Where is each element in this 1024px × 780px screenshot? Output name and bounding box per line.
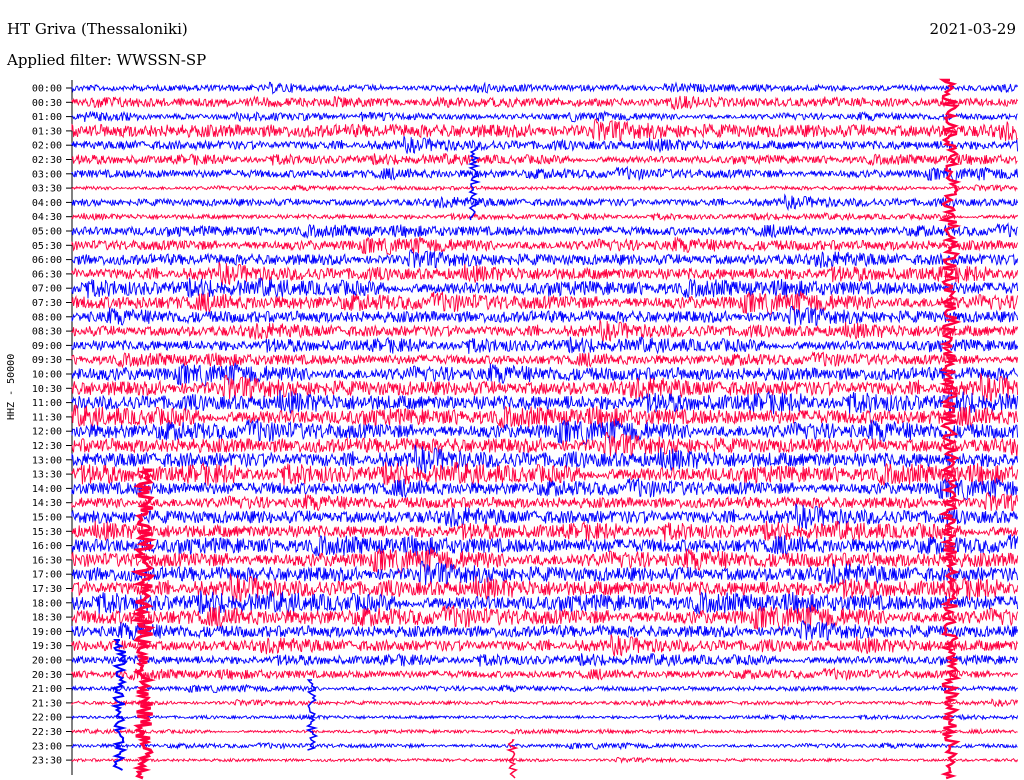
trace-row-2200 xyxy=(71,713,1019,722)
row-time-label: 12:00 xyxy=(32,427,62,438)
trace-row-0700 xyxy=(71,277,1019,299)
row-time-label: 18:30 xyxy=(32,613,62,624)
trace-row-0100 xyxy=(71,110,1018,123)
row-time-label: 10:30 xyxy=(32,384,62,395)
trace-row-0630 xyxy=(71,261,1019,286)
row-time-label: 21:00 xyxy=(32,684,62,695)
trace-row-2300 xyxy=(71,741,1018,751)
trace-row-2230 xyxy=(71,727,1018,736)
trace-row-0330 xyxy=(71,184,1018,192)
row-time-label: 19:00 xyxy=(32,627,62,638)
trace-row-0230 xyxy=(71,153,1018,167)
row-time-label: 10:00 xyxy=(32,370,62,381)
row-time-label: 09:00 xyxy=(32,341,62,352)
trace-row-1600 xyxy=(71,534,1019,558)
row-time-label: 20:00 xyxy=(32,656,62,667)
row-time-label: 23:00 xyxy=(32,741,62,752)
helicorder-plot: 00:00 00:30 01:00 01:30 02:00 02:30 03:00 03:30… xyxy=(32,78,1019,780)
row-time-label: 16:30 xyxy=(32,555,62,566)
trace-row-0030 xyxy=(71,95,1018,111)
row-time-label: 05:00 xyxy=(32,227,62,238)
row-time-label: 15:30 xyxy=(32,527,62,538)
row-time-label: 22:00 xyxy=(32,713,62,724)
row-time-label: 04:30 xyxy=(32,212,62,223)
trace-row-1930 xyxy=(71,634,1019,657)
trace-row-0430 xyxy=(71,211,1019,222)
row-time-label: 13:30 xyxy=(32,470,62,481)
trace-row-0200 xyxy=(71,136,1019,154)
row-time-label: 05:30 xyxy=(32,241,62,252)
trace-row-2330 xyxy=(71,756,1019,765)
row-time-label: 02:00 xyxy=(32,141,62,152)
row-time-label: 00:30 xyxy=(32,98,62,109)
row-time-label: 08:30 xyxy=(32,327,62,338)
row-time-label: 22:30 xyxy=(32,727,62,738)
row-time-label: 17:00 xyxy=(32,570,62,581)
row-time-label: 20:30 xyxy=(32,670,62,681)
row-time-label: 02:30 xyxy=(32,155,62,166)
trace-row-2130 xyxy=(71,698,1019,708)
row-time-label: 03:00 xyxy=(32,169,62,180)
trace-row-0000 xyxy=(71,81,1018,95)
trace-row-1000 xyxy=(71,362,1019,387)
row-time-label: 18:00 xyxy=(32,598,62,609)
row-time-label: 16:00 xyxy=(32,541,62,552)
trace-row-0500 xyxy=(71,222,1018,240)
trace-row-2030 xyxy=(71,666,1018,682)
trace-row-0130 xyxy=(71,118,1018,142)
row-time-label: 06:30 xyxy=(32,269,62,280)
row-time-label: 09:30 xyxy=(32,355,62,366)
trace-row-0300 xyxy=(71,165,1019,182)
trace-row-0530 xyxy=(71,236,1019,256)
trace-row-2100 xyxy=(71,683,1018,694)
row-time-label: 23:30 xyxy=(32,756,62,767)
row-time-label: 17:30 xyxy=(32,584,62,595)
row-time-label: 11:00 xyxy=(32,398,62,409)
row-time-label: 07:00 xyxy=(32,284,62,295)
row-time-label: 01:00 xyxy=(32,112,62,123)
row-time-label: 06:00 xyxy=(32,255,62,266)
row-time-label: 21:30 xyxy=(32,698,62,709)
row-time-label: 19:30 xyxy=(32,641,62,652)
row-time-label: 07:30 xyxy=(32,298,62,309)
trace-row-1430 xyxy=(71,492,1019,512)
row-time-label: 14:00 xyxy=(32,484,62,495)
trace-row-1230 xyxy=(71,432,1019,457)
trace-row-0830 xyxy=(71,319,1019,342)
trace-row-0400 xyxy=(71,193,1019,212)
row-time-label: 11:30 xyxy=(32,412,62,423)
trace-row-1100 xyxy=(71,390,1019,415)
trace-row-0730 xyxy=(71,291,1019,316)
row-time-label: 04:00 xyxy=(32,198,62,209)
row-time-label: 14:30 xyxy=(32,498,62,509)
trace-row-0600 xyxy=(71,249,1019,269)
event-spike-1 xyxy=(130,468,157,780)
row-time-label: 01:30 xyxy=(32,126,62,137)
row-time-label: 15:00 xyxy=(32,513,62,524)
trace-row-0800 xyxy=(71,305,1019,326)
row-time-label: 13:00 xyxy=(32,455,62,466)
trace-row-0930 xyxy=(71,351,1019,369)
row-time-label: 03:30 xyxy=(32,184,62,195)
trace-row-0900 xyxy=(71,336,1019,355)
trace-row-2000 xyxy=(71,652,1019,668)
row-time-label: 00:00 xyxy=(32,84,62,95)
row-time-label: 12:30 xyxy=(32,441,62,452)
trace-row-1900 xyxy=(71,620,1019,641)
row-time-label: 08:00 xyxy=(32,312,62,323)
